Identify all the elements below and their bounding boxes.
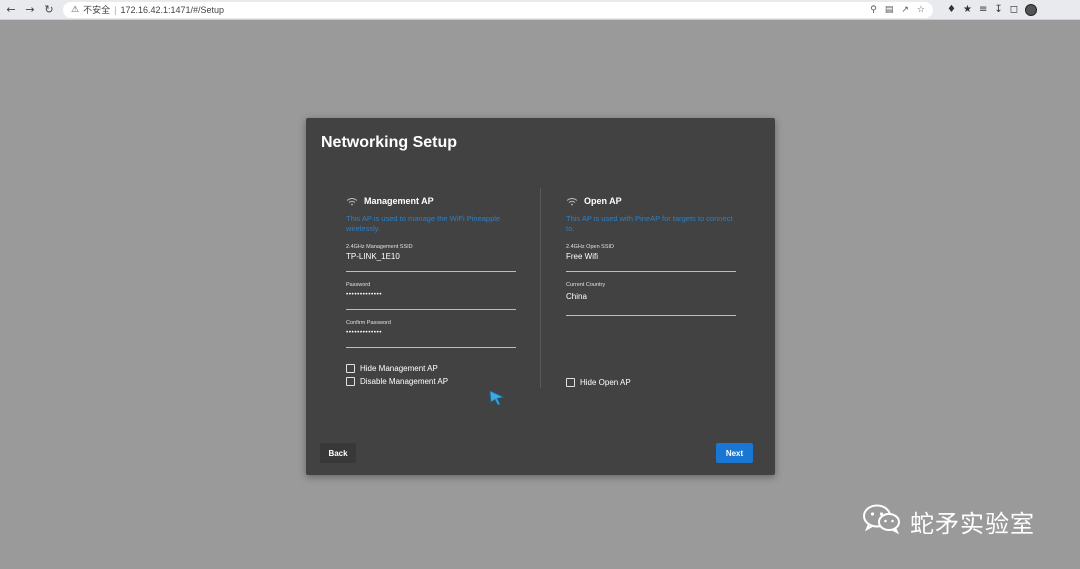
open-ap-section: Open AP This AP is used with PineAP for …: [566, 194, 736, 316]
profile-avatar[interactable]: [1025, 3, 1038, 16]
open-ap-options: Hide Open AP: [566, 376, 631, 389]
translate-icon[interactable]: ▤: [885, 5, 894, 15]
sidepanel-icon[interactable]: ◻: [1010, 4, 1018, 16]
disable-management-ap-label[interactable]: Disable Management AP: [360, 377, 448, 386]
back-arrow-icon[interactable]: ←: [3, 2, 19, 18]
share-icon[interactable]: ↗: [901, 5, 909, 15]
forward-arrow-icon[interactable]: →: [22, 2, 38, 18]
back-button[interactable]: Back: [320, 443, 356, 463]
url-separator: |: [114, 4, 117, 15]
country-label: Current Country: [566, 282, 606, 288]
watermark: 蛇矛实验室: [862, 503, 1035, 540]
hide-management-ap-checkbox[interactable]: [346, 364, 355, 373]
management-ssid-label: 2.4GHz Management SSID: [346, 244, 413, 250]
wifi-icon: [566, 197, 578, 206]
warning-icon: ⚠: [71, 4, 80, 15]
disable-management-ap-option[interactable]: Disable Management AP: [346, 375, 448, 388]
reload-icon[interactable]: ↻: [41, 2, 57, 18]
management-ap-section: Management AP This AP is used to manage …: [346, 194, 516, 348]
hide-open-ap-option[interactable]: Hide Open AP: [566, 376, 631, 389]
security-label: 不安全: [83, 5, 111, 15]
extensions-puzzle-icon[interactable]: ★: [963, 4, 972, 16]
extension-icon[interactable]: ♦: [947, 4, 956, 16]
download-icon[interactable]: ↧: [994, 4, 1002, 16]
open-ssid-field[interactable]: 2.4GHz Open SSID Free Wifi: [566, 244, 736, 272]
hide-open-ap-label[interactable]: Hide Open AP: [580, 378, 631, 387]
management-password-field[interactable]: Password •••••••••••••: [346, 282, 516, 310]
address-bar[interactable]: ⚠ 不安全 | 172.16.42.1:1471/#/Setup ⚲ ▤ ↗ ☆: [63, 1, 933, 18]
browser-toolbar: ← → ↻ ⚠ 不安全 | 172.16.42.1:1471/#/Setup ⚲…: [0, 0, 1080, 20]
url-text: 172.16.42.1:1471/#/Setup: [120, 4, 225, 15]
column-divider: [540, 188, 541, 388]
management-ssid-field[interactable]: 2.4GHz Management SSID TP-LINK_1E10: [346, 244, 516, 272]
disable-management-ap-checkbox[interactable]: [346, 377, 355, 386]
wifi-icon: [346, 197, 358, 206]
management-password-value[interactable]: •••••••••••••: [346, 290, 516, 300]
open-ssid-label: 2.4GHz Open SSID: [566, 244, 614, 250]
hide-management-ap-label[interactable]: Hide Management AP: [360, 364, 438, 373]
mouse-cursor-icon: [488, 389, 506, 412]
star-icon[interactable]: ☆: [917, 5, 925, 15]
management-confirm-password-value[interactable]: •••••••••••••: [346, 328, 516, 338]
management-ssid-value[interactable]: TP-LINK_1E10: [346, 252, 516, 262]
hide-management-ap-option[interactable]: Hide Management AP: [346, 362, 448, 375]
management-password-label: Password: [346, 282, 371, 288]
open-ap-description: This AP is used with PineAP for targets …: [566, 214, 733, 233]
management-confirm-password-field[interactable]: Confirm Password •••••••••••••: [346, 320, 516, 348]
country-value[interactable]: China: [566, 292, 736, 302]
management-ap-title: Management AP: [364, 196, 434, 206]
management-ap-description: This AP is used to manage the WiFi Pinea…: [346, 214, 501, 233]
management-confirm-password-label: Confirm Password: [346, 320, 391, 326]
dialog-title: Networking Setup: [321, 134, 458, 151]
open-ssid-value[interactable]: Free Wifi: [566, 252, 736, 262]
next-button[interactable]: Next: [716, 443, 753, 463]
key-icon[interactable]: ⚲: [870, 5, 877, 15]
hide-open-ap-checkbox[interactable]: [566, 378, 575, 387]
country-select[interactable]: Current Country China: [566, 282, 736, 316]
watermark-text: 蛇矛实验室: [910, 510, 1035, 538]
wechat-logo-icon: [862, 503, 902, 540]
open-ap-title: Open AP: [584, 196, 622, 206]
management-ap-options: Hide Management AP Disable Management AP: [346, 362, 448, 388]
reading-list-icon[interactable]: ≡: [979, 4, 987, 16]
networking-setup-dialog: Networking Setup Management AP This AP i…: [306, 118, 775, 475]
